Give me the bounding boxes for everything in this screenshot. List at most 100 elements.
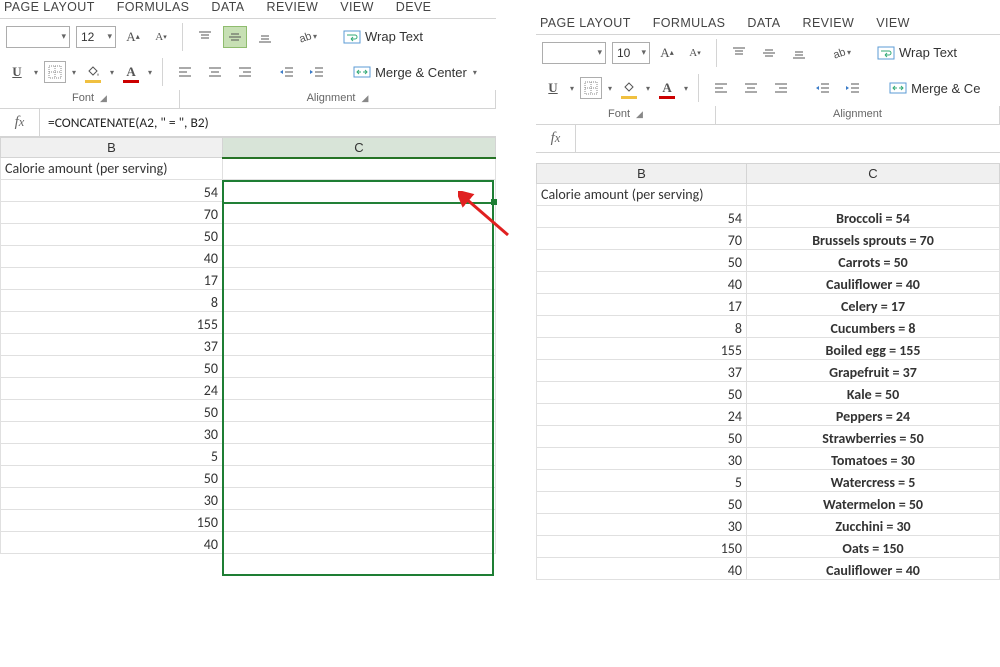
tab-page-layout[interactable]: PAGE LAYOUT: [4, 0, 95, 14]
align-center-icon[interactable]: [739, 77, 763, 99]
tab-data[interactable]: DATA: [747, 16, 780, 30]
worksheet-area[interactable]: B C Calorie amount (per serving) 54Brocc…: [0, 137, 496, 554]
underline-icon[interactable]: U: [6, 61, 28, 83]
cell-b18[interactable]: 40: [537, 558, 747, 580]
cell-b4[interactable]: 50: [537, 250, 747, 272]
align-center-icon[interactable]: [203, 61, 227, 83]
cell-c9[interactable]: Grapefruit = 37: [747, 360, 1000, 382]
cell-b11[interactable]: 24: [537, 404, 747, 426]
font-launcher-icon[interactable]: ◢: [636, 109, 643, 120]
align-top-icon[interactable]: [193, 26, 217, 48]
decrease-indent-icon[interactable]: [275, 61, 299, 83]
column-header-b[interactable]: B: [1, 138, 223, 158]
cell-c13[interactable]: Tomatoes = 30: [747, 448, 1000, 470]
cell-b13[interactable]: 30: [537, 448, 747, 470]
header-cell[interactable]: Calorie amount (per serving): [1, 158, 223, 180]
worksheet-grid[interactable]: B C Calorie amount (per serving) 54Brocc…: [536, 163, 1000, 580]
orientation-icon[interactable]: ab▾: [295, 26, 319, 48]
borders-icon[interactable]: [44, 61, 66, 83]
column-header-c[interactable]: C: [747, 164, 1000, 184]
align-bottom-icon[interactable]: [253, 26, 277, 48]
borders-icon[interactable]: [580, 77, 602, 99]
formula-input[interactable]: =CONCATENATE(A2, " = ", B2): [40, 114, 496, 131]
tab-formulas[interactable]: FORMULAS: [117, 0, 190, 14]
merge-center-button[interactable]: Merge & Ce: [885, 76, 984, 100]
increase-font-icon[interactable]: A▴: [122, 26, 144, 48]
cell-b13[interactable]: 30: [1, 422, 223, 444]
align-top-icon[interactable]: [727, 42, 751, 64]
cell-b14[interactable]: 5: [537, 470, 747, 492]
cell-b9[interactable]: 37: [1, 334, 223, 356]
align-middle-icon[interactable]: [223, 26, 247, 48]
cell-b8[interactable]: 155: [1, 312, 223, 334]
worksheet-grid[interactable]: B C Calorie amount (per serving) 54Brocc…: [0, 137, 496, 554]
font-size-dropdown[interactable]: 10▾: [612, 42, 650, 64]
tab-review[interactable]: REVIEW: [267, 0, 319, 14]
cell-c7[interactable]: Cucumbers = 8: [747, 316, 1000, 338]
increase-font-icon[interactable]: A▴: [656, 42, 678, 64]
font-color-icon[interactable]: A: [656, 77, 678, 99]
column-header-c[interactable]: C: [223, 138, 496, 158]
cell-b18[interactable]: 40: [1, 532, 223, 554]
cell-b5[interactable]: 40: [1, 246, 223, 268]
cell-c6[interactable]: Celery = 17: [747, 294, 1000, 316]
align-left-icon[interactable]: [709, 77, 733, 99]
cell-b2[interactable]: 54: [1, 180, 223, 202]
fill-color-icon[interactable]: [82, 61, 104, 83]
tab-review[interactable]: REVIEW: [803, 16, 855, 30]
alignment-launcher-icon[interactable]: ◢: [362, 93, 369, 104]
tab-developer[interactable]: DEVE: [396, 0, 432, 14]
cell-b17[interactable]: 150: [537, 536, 747, 558]
cell-c2[interactable]: Broccoli = 54: [747, 206, 1000, 228]
cell-b8[interactable]: 155: [537, 338, 747, 360]
cell-c4[interactable]: Carrots = 50: [747, 250, 1000, 272]
align-right-icon[interactable]: [233, 61, 257, 83]
cell-b16[interactable]: 30: [1, 488, 223, 510]
font-family-dropdown[interactable]: ▾: [542, 42, 606, 64]
cell-b4[interactable]: 50: [1, 224, 223, 246]
font-family-dropdown[interactable]: ▾: [6, 26, 70, 48]
tab-data[interactable]: DATA: [211, 0, 244, 14]
cell-b7[interactable]: 8: [1, 290, 223, 312]
decrease-font-icon[interactable]: A▾: [150, 26, 172, 48]
decrease-indent-icon[interactable]: [811, 77, 835, 99]
align-right-icon[interactable]: [769, 77, 793, 99]
cell-c15[interactable]: Watermelon = 50: [747, 492, 1000, 514]
cell-b3[interactable]: 70: [537, 228, 747, 250]
cell-b10[interactable]: 50: [1, 356, 223, 378]
cell-b6[interactable]: 17: [537, 294, 747, 316]
decrease-font-icon[interactable]: A▾: [684, 42, 706, 64]
cell-b12[interactable]: 50: [1, 400, 223, 422]
header-cell[interactable]: Calorie amount (per serving): [537, 184, 747, 206]
font-color-icon[interactable]: A: [120, 61, 142, 83]
increase-indent-icon[interactable]: [841, 77, 865, 99]
column-header-b[interactable]: B: [537, 164, 747, 184]
cell-c2[interactable]: Broccoli = 54: [223, 180, 496, 202]
orientation-icon[interactable]: ab▾: [829, 42, 853, 64]
cell-b9[interactable]: 37: [537, 360, 747, 382]
cell-b14[interactable]: 5: [1, 444, 223, 466]
tab-view[interactable]: VIEW: [340, 0, 374, 14]
fx-icon[interactable]: fx: [536, 125, 576, 152]
align-middle-icon[interactable]: [757, 42, 781, 64]
cell-b15[interactable]: 50: [1, 466, 223, 488]
font-launcher-icon[interactable]: ◢: [100, 93, 107, 104]
cell-c10[interactable]: Kale = 50: [747, 382, 1000, 404]
cell-c12[interactable]: Strawberries = 50: [747, 426, 1000, 448]
merge-center-button[interactable]: Merge & Center▾: [349, 60, 481, 84]
cell-c5[interactable]: Cauliflower = 40: [747, 272, 1000, 294]
wrap-text-button[interactable]: Wrap Text: [873, 41, 961, 65]
cell-b5[interactable]: 40: [537, 272, 747, 294]
underline-icon[interactable]: U: [542, 77, 564, 99]
cell-b15[interactable]: 50: [537, 492, 747, 514]
cell-b16[interactable]: 30: [537, 514, 747, 536]
font-size-dropdown[interactable]: 12▾: [76, 26, 116, 48]
cell-c11[interactable]: Peppers = 24: [747, 404, 1000, 426]
align-left-icon[interactable]: [173, 61, 197, 83]
increase-indent-icon[interactable]: [305, 61, 329, 83]
tab-view[interactable]: VIEW: [876, 16, 910, 30]
cell-b2[interactable]: 54: [537, 206, 747, 228]
cell-c8[interactable]: Boiled egg = 155: [747, 338, 1000, 360]
wrap-text-button[interactable]: Wrap Text: [339, 25, 427, 49]
cell-c18[interactable]: Cauliflower = 40: [747, 558, 1000, 580]
